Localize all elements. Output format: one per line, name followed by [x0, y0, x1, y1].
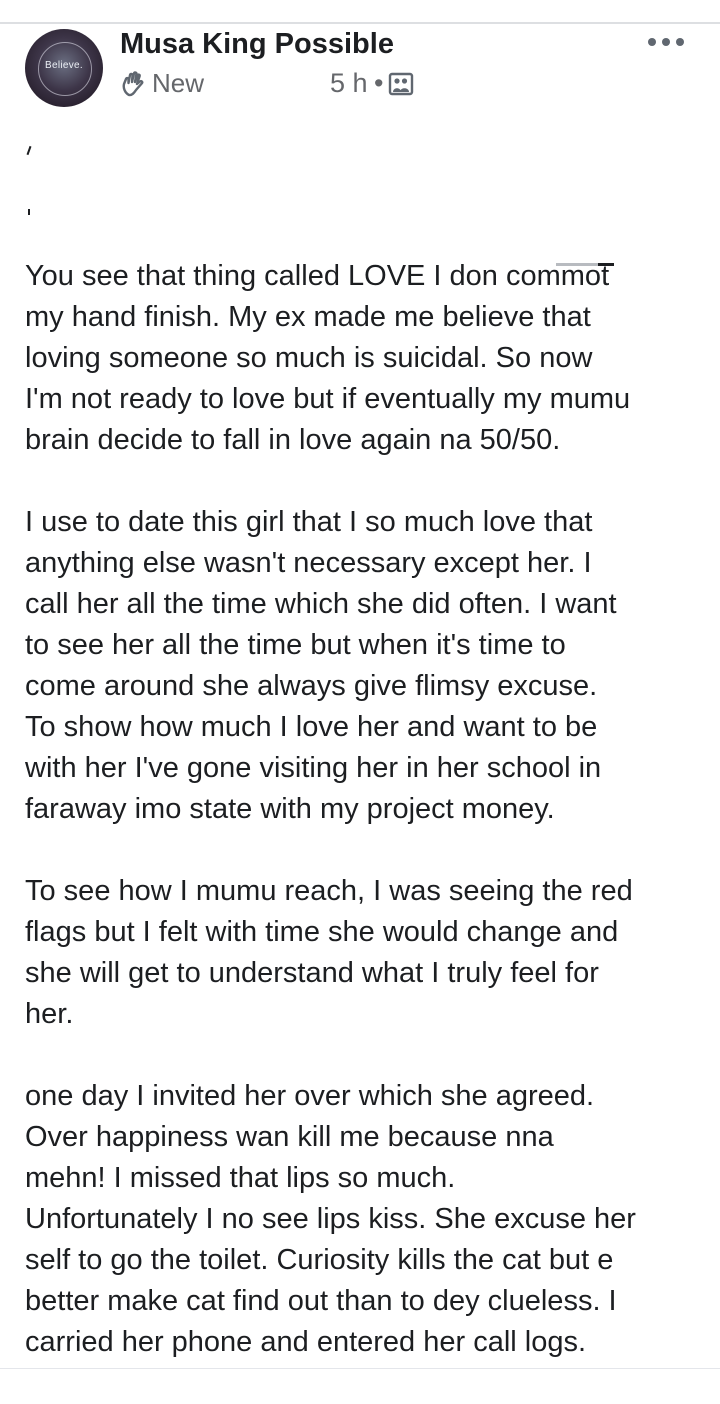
post-body: You see that thing called LOVE I don com… — [25, 256, 715, 1404]
meta-separator: • — [374, 68, 384, 98]
redaction-mark — [26, 145, 32, 156]
post-meta: New 5 h • — [120, 68, 420, 100]
bottom-divider — [0, 1368, 720, 1369]
post-paragraph: I use to date this girl that I so much l… — [25, 506, 617, 825]
post-paragraph: To see how I mumu reach, I was seeing th… — [25, 875, 633, 1030]
group-label[interactable]: New — [152, 68, 204, 99]
top-divider — [0, 22, 720, 24]
avatar-text: Believe. — [45, 60, 83, 71]
photo-frame-icon — [388, 72, 414, 96]
post-paragraph: You see that thing called LOVE I don com… — [25, 260, 631, 456]
avatar[interactable]: Believe. — [25, 29, 103, 107]
post-timestamp[interactable]: 5 h — [330, 68, 368, 99]
post-paragraph: one day I invited her over which she agr… — [25, 1080, 636, 1358]
waving-hand-icon — [122, 71, 144, 97]
more-horizontal-icon[interactable] — [646, 34, 686, 50]
author-name[interactable]: Musa King Possible — [120, 28, 394, 61]
redaction-mark — [28, 209, 30, 215]
